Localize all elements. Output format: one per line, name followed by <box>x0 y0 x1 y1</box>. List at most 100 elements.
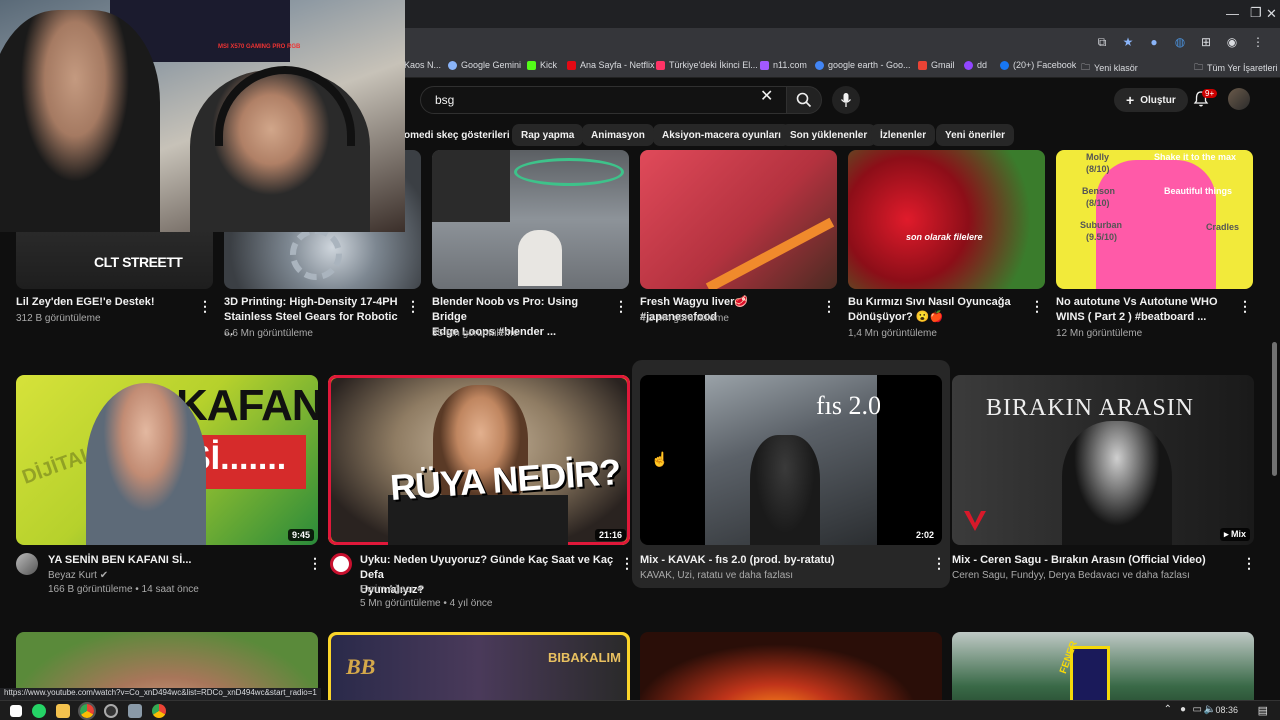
volume-icon[interactable]: 🔈 <box>1204 704 1216 715</box>
whatsapp-icon[interactable] <box>32 704 46 718</box>
chip-action-adventure[interactable]: Aksiyon-macera oyunları <box>653 124 790 146</box>
app-icon[interactable] <box>128 704 142 718</box>
chip-watched[interactable]: İzlenenler <box>871 124 936 146</box>
chip-label: İzlenenler <box>880 129 927 141</box>
account-avatar[interactable] <box>1228 88 1250 110</box>
all-bookmarks-folder[interactable]: 🗀 Tüm Yer İşaretleri <box>1194 60 1278 76</box>
video-thumbnail[interactable]: KAFANI Sİ....... DİJİTAL BA 9:45 <box>16 375 318 545</box>
channel-name[interactable]: Beyaz Kurt ✔ <box>48 569 108 583</box>
title-line: YA SENİN BEN KAFANI Sİ... <box>48 554 192 566</box>
more-options-icon[interactable]: ⋮ <box>406 298 420 315</box>
channel-name[interactable]: Ceren Sagu, Fundyy, Derya Bedavacı ve da… <box>952 569 1190 583</box>
person-graphic <box>750 435 820 545</box>
bookmark-item[interactable]: Ana Sayfa - Netflix <box>567 60 655 70</box>
facebook-icon <box>1000 60 1009 70</box>
more-options-icon[interactable]: ⋮ <box>1242 555 1256 572</box>
network-icon[interactable]: ▭ <box>1193 704 1202 715</box>
chrome-icon-2[interactable] <box>152 704 166 718</box>
video-title[interactable]: Mix - KAVAK - fıs 2.0 (prod. by-ratatu) <box>640 553 920 568</box>
extensions-puzzle-icon[interactable]: ⊞ <box>1196 32 1216 52</box>
chip-label: Animasyon <box>591 129 645 141</box>
more-options-icon[interactable]: ⋮ <box>822 298 836 315</box>
bookmark-item[interactable]: Kaos N... <box>404 60 441 70</box>
video-views: 166 B görüntüleme • 14 saat önce <box>48 584 199 595</box>
video-thumbnail[interactable] <box>432 150 629 289</box>
video-thumbnail[interactable]: BIRAKIN ARASIN ▸ Mix <box>952 375 1254 545</box>
search-button[interactable] <box>786 86 822 114</box>
clear-search-icon[interactable]: ✕ <box>760 86 773 106</box>
search-input[interactable]: bsg <box>420 86 790 114</box>
video-title[interactable]: No autotune Vs Autotune WHO WINS ( Part 2… <box>1056 295 1236 325</box>
channel-name[interactable]: Evrim Ağacı ✔ <box>360 583 425 597</box>
blender-panel <box>432 150 510 222</box>
bookmark-label: Google Gemini <box>461 60 522 70</box>
more-options-icon[interactable]: ⋮ <box>1238 298 1252 315</box>
obs-icon[interactable] <box>104 704 118 718</box>
bookmark-item[interactable]: Gmail <box>918 60 955 70</box>
extension-icon-2[interactable]: ◍ <box>1170 32 1190 52</box>
streamer-left <box>0 10 160 232</box>
notification-center-icon[interactable]: ▤ <box>1258 704 1268 717</box>
close-window-icon[interactable]: ✕ <box>1266 6 1277 22</box>
install-app-icon[interactable]: ⧉ <box>1092 32 1112 52</box>
restore-icon[interactable]: ❐ <box>1250 5 1262 21</box>
thumbnail-text: CLT STREETT <box>94 254 183 270</box>
chip-label: Rap yapma <box>521 129 575 141</box>
video-duration: 21:16 <box>594 529 626 541</box>
chip-rap[interactable]: Rap yapma <box>512 124 584 146</box>
tray-mic-icon[interactable]: ● <box>1180 704 1186 715</box>
search-query: bsg <box>435 93 455 107</box>
thumbnail-text: BIRAKIN ARASIN <box>986 395 1195 421</box>
chip-comedy[interactable]: omedi skeç gösterileri <box>398 124 519 146</box>
video-thumbnail[interactable]: Molly (8/10) Benson (8/10) Suburban (9.5… <box>1056 150 1253 289</box>
profile-icon[interactable]: ◉ <box>1222 32 1242 52</box>
bookmark-folder[interactable]: 🗀 Yeni klasör <box>1081 60 1138 76</box>
video-thumbnail[interactable] <box>640 150 837 289</box>
more-options-icon[interactable]: ⋮ <box>614 298 628 315</box>
channel-name[interactable]: KAVAK, Uzi, ratatu ve daha fazlası <box>640 569 793 583</box>
video-thumbnail[interactable]: son olarak filelere <box>848 150 1045 289</box>
channel-avatar[interactable] <box>16 553 38 575</box>
more-options-icon[interactable]: ⋮ <box>308 555 322 572</box>
bookmark-item[interactable]: Türkiye'deki İkinci El... <box>656 60 758 70</box>
more-options-icon[interactable]: ⋮ <box>1030 298 1044 315</box>
video-thumbnail[interactable]: RÜYA NEDİR? 21:16 <box>328 375 630 545</box>
video-title[interactable]: YA SENİN BEN KAFANI Sİ... <box>48 553 298 568</box>
video-title[interactable]: Lil Zey'den EGE!'e Destek! <box>16 295 196 310</box>
bookmark-label: (20+) Facebook <box>1013 60 1077 70</box>
chip-label: Son yüklenenler <box>790 129 868 141</box>
bookmark-item[interactable]: google earth - Goo... <box>815 60 911 70</box>
channel-avatar[interactable] <box>330 553 352 575</box>
chrome-icon[interactable] <box>78 702 96 720</box>
search-icon <box>796 92 812 108</box>
bookmark-item[interactable]: (20+) Facebook <box>1000 60 1076 70</box>
chip-recently-uploaded[interactable]: Son yüklenenler <box>781 124 877 146</box>
tray-chevron-icon[interactable]: ⌃ <box>1164 704 1172 715</box>
extension-icon-1[interactable]: ● <box>1144 32 1164 52</box>
netflix-icon <box>567 60 576 70</box>
chip-new-recommendations[interactable]: Yeni öneriler <box>936 124 1015 146</box>
more-options-icon[interactable]: ⋮ <box>198 298 212 315</box>
thumbnail-text: Shake it to the max <box>1154 152 1237 162</box>
chip-animation[interactable]: Animasyon <box>582 124 654 146</box>
voice-search-button[interactable] <box>832 86 860 114</box>
video-title[interactable]: Bu Kırmızı Sıvı Nasıl Oyuncağa Dönüşüyor?… <box>848 295 1028 325</box>
kick-icon <box>527 60 536 70</box>
bookmark-star-icon[interactable]: ★ <box>1118 32 1138 52</box>
bookmark-label: Yeni klasör <box>1094 63 1138 73</box>
more-options-icon[interactable]: ⋮ <box>620 555 634 572</box>
bookmark-item[interactable]: dd <box>964 60 987 70</box>
minimize-icon[interactable]: — <box>1226 6 1239 21</box>
clock[interactable]: 08:36 <box>1215 705 1238 715</box>
windows-start-icon[interactable] <box>10 705 22 717</box>
browser-menu-icon[interactable]: ⋮ <box>1248 32 1268 52</box>
file-explorer-icon[interactable] <box>56 704 70 718</box>
bookmark-item[interactable]: n11.com <box>760 60 807 70</box>
video-thumbnail[interactable]: fıs 2.0 2:02 <box>640 375 942 545</box>
scrollbar-thumb[interactable] <box>1272 342 1277 476</box>
more-options-icon[interactable]: ⋮ <box>932 555 946 572</box>
video-title[interactable]: Mix - Ceren Sagu - Bırakın Arasın (Offic… <box>952 553 1232 568</box>
bookmark-item[interactable]: Kick <box>527 60 557 70</box>
create-button[interactable]: + Oluştur <box>1114 88 1188 112</box>
bookmark-item[interactable]: Google Gemini <box>448 60 521 70</box>
